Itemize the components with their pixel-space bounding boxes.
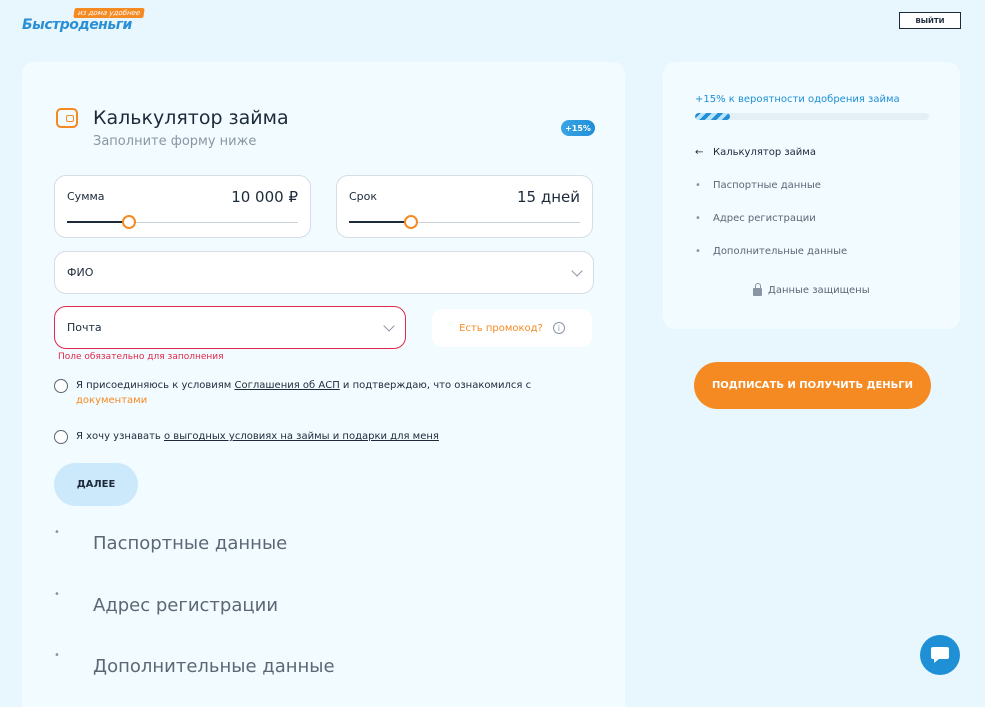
logo-wordmark: Быстроденьги [22, 17, 132, 33]
email-field[interactable]: Почта [54, 306, 406, 349]
promo-label: Есть промокод? [459, 322, 543, 334]
step-bullet: • [695, 180, 701, 191]
term-value[interactable]: 15 дней [517, 188, 580, 206]
secure-label: Данные защищены [768, 285, 870, 296]
calculator-subtitle: Заполните форму ниже [93, 134, 257, 149]
marketing-link[interactable]: о выгодных условиях на займы и подарки д… [164, 431, 439, 442]
documents-link[interactable]: документами [76, 395, 147, 406]
step-bullet: • [54, 589, 60, 600]
side-step-address: • Адрес регистрации [695, 213, 816, 224]
email-error: Поле обязательно для заполнения [58, 352, 224, 362]
bonus-badge: +15% [561, 120, 595, 136]
arrow-left-icon: ← [695, 147, 704, 158]
step-bullet: • [695, 213, 701, 224]
asp-agreement-link[interactable]: Соглашения об АСП [235, 380, 340, 391]
chat-bubble-icon [931, 647, 949, 663]
amount-value[interactable]: 10 000 ₽ [231, 188, 298, 206]
chevron-down-icon[interactable] [571, 265, 583, 277]
amount-slider-box: Сумма 10 000 ₽ [54, 175, 311, 238]
consent-row: Я присоединяюсь к условиям Соглашения об… [54, 378, 554, 408]
step-bullet: • [695, 246, 701, 257]
side-step-additional: • Дополнительные данные [695, 246, 848, 257]
secure-note: Данные защищены [753, 283, 870, 296]
consent-checkbox[interactable] [54, 379, 68, 393]
term-label: Срок [349, 190, 378, 203]
amount-slider-fill [67, 221, 130, 223]
step-label: Дополнительные данные [93, 656, 335, 677]
step-additional: • Дополнительные данные [54, 650, 335, 677]
logo[interactable]: из дома удобнее Быстроденьги [22, 8, 145, 34]
chat-button[interactable] [920, 635, 960, 675]
chevron-down-icon[interactable] [383, 320, 395, 332]
lock-icon [753, 283, 762, 296]
progress-card: +15% к вероятности одобрения займа ← Каль… [663, 62, 960, 329]
email-placeholder: Почта [67, 321, 102, 334]
step-label: Адрес регистрации [93, 595, 279, 616]
amount-label: Сумма [67, 190, 105, 203]
step-bullet: • [54, 650, 60, 661]
marketing-text: Я хочу узнавать о выгодных условиях на з… [76, 431, 439, 442]
amount-slider-thumb[interactable] [122, 215, 137, 229]
progress-bar [695, 113, 929, 120]
progress-fill [695, 113, 731, 120]
next-button[interactable]: ДАЛЕЕ [54, 463, 138, 506]
promo-code-button[interactable]: Есть промокод? i [432, 309, 592, 347]
consent-text: Я присоединяюсь к условиям Соглашения об… [76, 380, 532, 406]
term-slider-thumb[interactable] [404, 215, 419, 229]
side-step-calculator[interactable]: ← Калькулятор займа [695, 147, 816, 158]
approval-probability: +15% к вероятности одобрения займа [695, 94, 900, 105]
step-label: Паспортные данные [93, 533, 288, 554]
logout-button[interactable]: ВЫЙТИ [899, 12, 961, 29]
marketing-checkbox[interactable] [54, 430, 68, 444]
fio-field[interactable]: ФИО [54, 251, 594, 294]
sign-and-get-money-button[interactable]: ПОДПИСАТЬ И ПОЛУЧИТЬ ДЕНЬГИ [694, 362, 931, 409]
term-slider-fill [349, 221, 412, 223]
term-slider-box: Срок 15 дней [336, 175, 593, 238]
side-step-passport: • Паспортные данные [695, 180, 821, 191]
wallet-icon [56, 108, 78, 128]
step-passport: • Паспортные данные [54, 527, 288, 554]
step-bullet: • [54, 527, 60, 538]
step-address: • Адрес регистрации [54, 589, 279, 616]
marketing-row: Я хочу узнавать о выгодных условиях на з… [54, 429, 574, 444]
calculator-title: Калькулятор займа [93, 107, 289, 129]
loan-form-card: Калькулятор займа Заполните форму ниже +… [22, 62, 625, 707]
fio-placeholder: ФИО [67, 266, 94, 279]
info-icon[interactable]: i [552, 322, 565, 334]
